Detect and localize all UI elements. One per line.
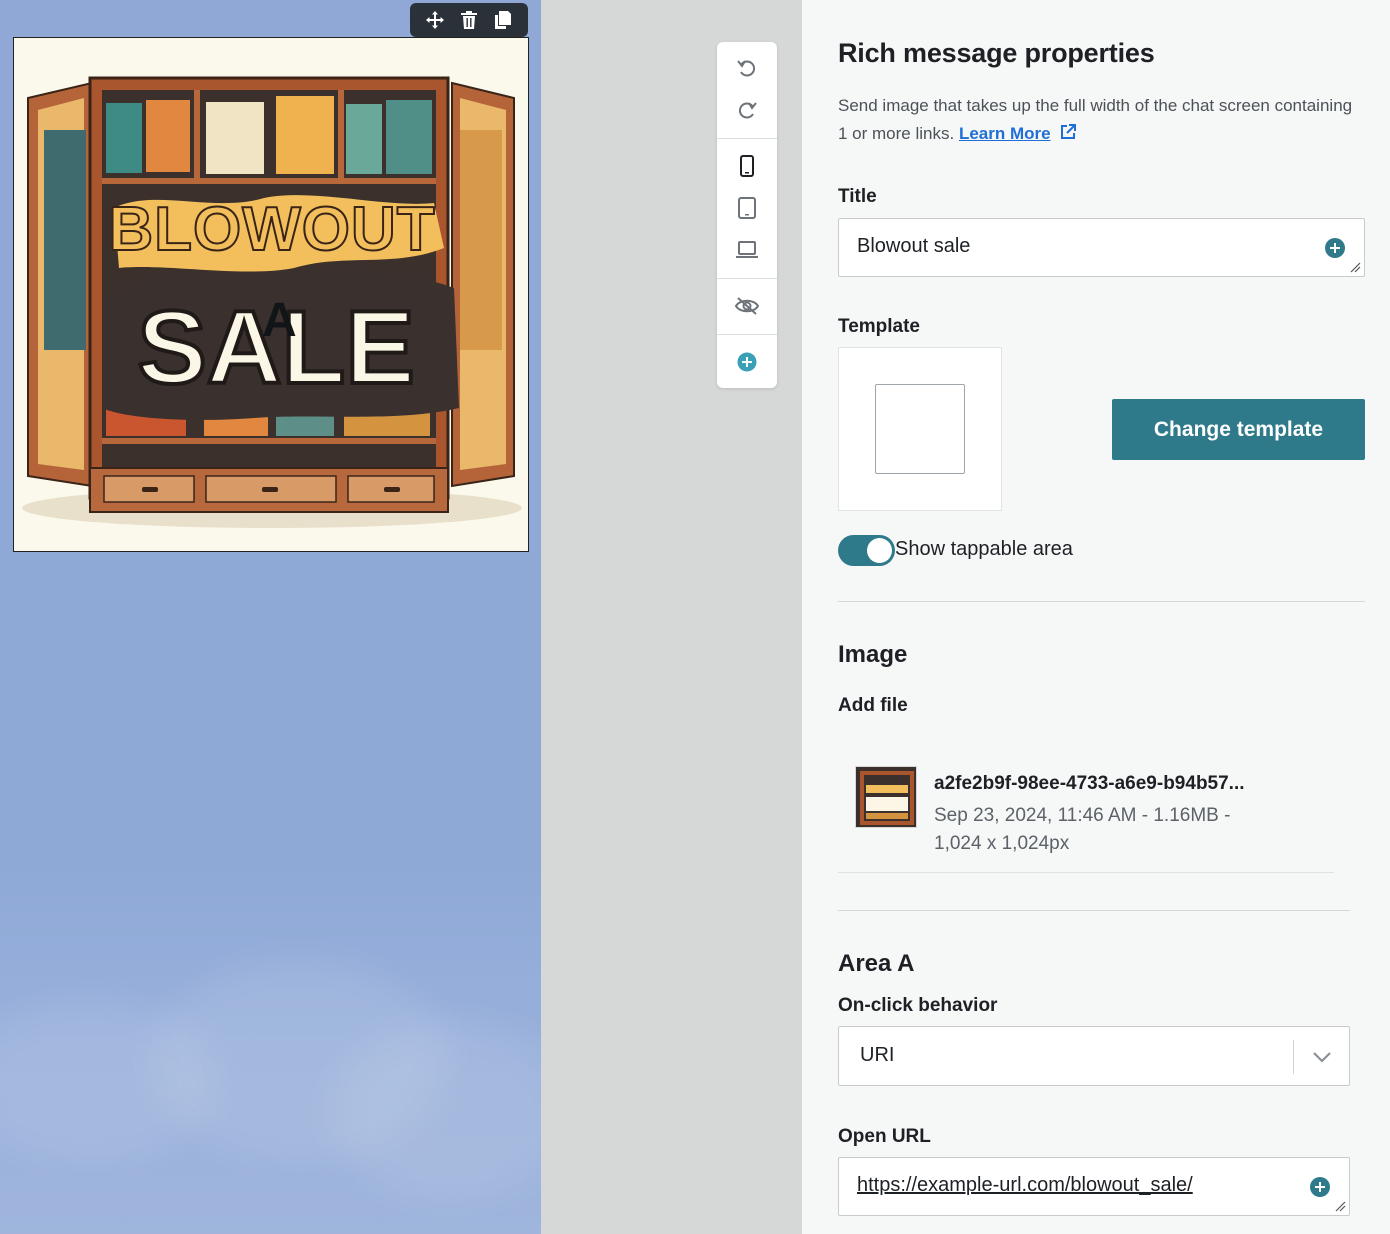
- onclick-label: On-click behavior: [838, 995, 998, 1016]
- file-thumbnail[interactable]: [855, 766, 917, 828]
- template-area-outline: [875, 384, 965, 474]
- preview-canvas: BLOWOUT SALE A: [0, 0, 541, 1234]
- chevron-down-icon[interactable]: [1311, 1047, 1333, 1067]
- learn-more-link[interactable]: Learn More: [959, 124, 1051, 143]
- open-url-value[interactable]: https://example-url.com/blowout_sale/: [857, 1174, 1193, 1197]
- panel-title: Rich message properties: [838, 38, 1155, 68]
- move-icon[interactable]: [422, 7, 448, 33]
- onclick-behavior-select[interactable]: URI: [838, 1026, 1350, 1086]
- eye-off-icon[interactable]: [717, 286, 777, 326]
- template-label: Template: [838, 316, 921, 337]
- file-list-item: a2fe2b9f-98ee-4733-a6e9-b94b57... Sep 23…: [838, 745, 1334, 873]
- change-template-button[interactable]: Change template: [1112, 399, 1365, 460]
- area-section-title: Area A: [838, 950, 915, 977]
- editor-side-toolbar: [717, 42, 777, 388]
- resize-grip-icon[interactable]: [1334, 1200, 1346, 1212]
- title-label: Title: [838, 186, 877, 207]
- open-url-label: Open URL: [838, 1126, 931, 1147]
- divider: [838, 910, 1350, 911]
- title-field[interactable]: Blowout sale: [838, 218, 1365, 277]
- properties-panel: Rich message properties Send image that …: [802, 0, 1390, 1234]
- external-link-icon[interactable]: [1059, 123, 1077, 141]
- description-text: Send image that takes up the full width …: [838, 96, 1353, 143]
- divider: [838, 601, 1365, 602]
- copy-icon[interactable]: [490, 7, 516, 33]
- tappable-area-label[interactable]: A: [262, 293, 297, 348]
- template-preview[interactable]: [838, 347, 1002, 511]
- onclick-value: URI: [860, 1044, 895, 1066]
- laptop-icon[interactable]: [717, 230, 777, 270]
- title-value[interactable]: Blowout sale: [857, 235, 970, 258]
- element-toolbar: [410, 3, 528, 37]
- trash-icon[interactable]: [456, 7, 482, 33]
- plus-circle-icon[interactable]: [717, 342, 777, 382]
- file-name: a2fe2b9f-98ee-4733-a6e9-b94b57...: [934, 773, 1245, 794]
- svg-text:BLOWOUT: BLOWOUT: [108, 195, 435, 264]
- select-separator: [1293, 1040, 1294, 1074]
- redo-icon[interactable]: [717, 90, 777, 130]
- image-section-title: Image: [838, 641, 908, 668]
- show-tappable-toggle[interactable]: [838, 535, 895, 566]
- undo-icon[interactable]: [717, 48, 777, 88]
- file-meta: Sep 23, 2024, 11:46 AM - 1.16MB - 1,024 …: [934, 805, 1231, 854]
- add-variable-icon[interactable]: [1310, 1177, 1330, 1197]
- rich-message-image[interactable]: BLOWOUT SALE A: [13, 37, 529, 552]
- resize-grip-icon[interactable]: [1349, 261, 1361, 273]
- tablet-icon[interactable]: [717, 188, 777, 228]
- phone-icon[interactable]: [717, 146, 777, 186]
- open-url-field[interactable]: https://example-url.com/blowout_sale/: [838, 1157, 1350, 1216]
- toggle-knob: [867, 538, 892, 563]
- panel-description: Send image that takes up the full width …: [838, 92, 1358, 148]
- add-variable-icon[interactable]: [1325, 238, 1345, 258]
- show-tappable-label: Show tappable area: [895, 538, 1073, 560]
- add-file-label[interactable]: Add file: [838, 695, 908, 717]
